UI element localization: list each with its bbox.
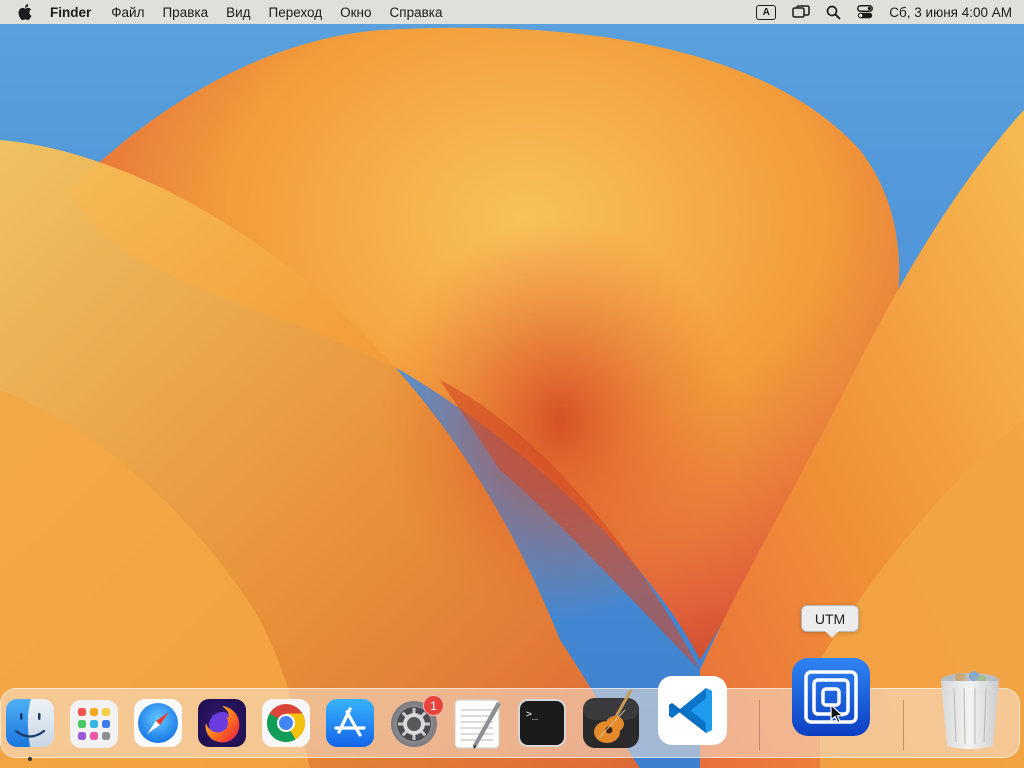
apple-icon[interactable]: [18, 4, 32, 20]
input-source-label: A: [756, 4, 777, 20]
settings-notification-badge: 1: [423, 695, 444, 716]
finder-running-indicator: [28, 757, 32, 761]
dock-vscode[interactable]: [658, 676, 727, 745]
spotlight-search-icon[interactable]: [826, 5, 841, 20]
input-source-icon[interactable]: A: [756, 4, 777, 20]
dock-firefox[interactable]: [197, 698, 247, 748]
finder-icon: [6, 699, 54, 747]
dock-terminal[interactable]: >_: [517, 698, 567, 748]
chrome-icon: [262, 699, 310, 747]
dock-trash[interactable]: [938, 668, 1002, 752]
app-name-menu[interactable]: Finder: [50, 5, 91, 20]
screen-mirroring-icon[interactable]: [792, 5, 811, 19]
textedit-icon: [454, 699, 501, 749]
guitar-icon: [583, 689, 639, 748]
desktop-wallpaper: [0, 0, 1024, 768]
dock-garageband[interactable]: [581, 688, 641, 750]
dock-tooltip: UTM: [801, 605, 859, 638]
app-store-icon: [326, 699, 374, 747]
trash-icon: [941, 671, 999, 749]
dock-launchpad[interactable]: [69, 699, 119, 749]
menu-clock[interactable]: Сб, 3 июня 4:00 AM: [889, 5, 1012, 20]
menu-edit[interactable]: Правка: [162, 5, 208, 20]
menu-help[interactable]: Справка: [390, 5, 443, 20]
terminal-prompt: >_: [526, 709, 539, 720]
dock-finder[interactable]: [5, 698, 55, 748]
dock-safari[interactable]: [133, 698, 183, 748]
control-center-icon[interactable]: [857, 5, 874, 19]
dock-textedit[interactable]: [453, 698, 503, 750]
menu-bar: Finder Файл Правка Вид Переход Окно Спра…: [0, 0, 1024, 24]
dock-divider: [759, 700, 760, 750]
vscode-icon: [658, 676, 727, 745]
menu-go[interactable]: Переход: [269, 5, 323, 20]
safari-icon: [134, 699, 182, 747]
dock-chrome[interactable]: [261, 698, 311, 748]
terminal-icon: >_: [518, 699, 566, 747]
menu-view[interactable]: Вид: [226, 5, 250, 20]
menu-file[interactable]: Файл: [111, 5, 144, 20]
menu-window[interactable]: Окно: [340, 5, 371, 20]
dock-app-store[interactable]: [325, 698, 375, 748]
dock-divider: [903, 700, 904, 750]
firefox-icon: [198, 699, 246, 747]
mouse-cursor-icon: [830, 703, 845, 729]
launchpad-icon: [70, 700, 118, 748]
